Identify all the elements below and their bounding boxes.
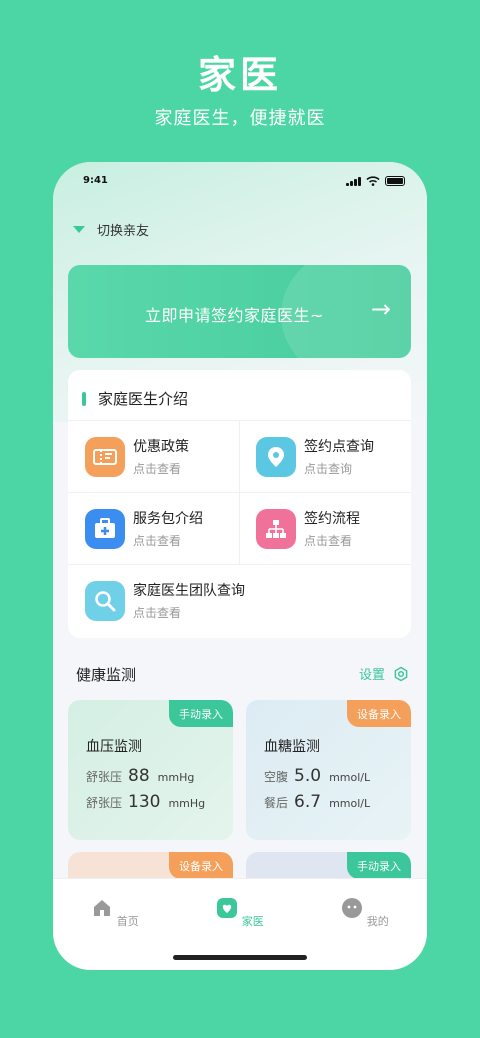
metric-value: 88 xyxy=(128,766,150,786)
intro-item-discount[interactable]: 优惠政策 点击查看 xyxy=(85,436,189,477)
metric-label: 舒张压 xyxy=(86,770,123,784)
metric-unit: mmol/L xyxy=(329,771,371,784)
intro-item-sign-process[interactable]: 签约流程 点击查看 xyxy=(256,508,360,549)
metric-label: 餐后 xyxy=(264,796,289,810)
tab-bar: 首页 家医 我的 xyxy=(53,878,427,970)
switch-friend-label: 切换亲友 xyxy=(97,224,150,239)
intro-item-sub: 点击查看 xyxy=(133,462,182,476)
tab-family-doctor[interactable]: 家医 xyxy=(210,897,270,929)
metric-unit: mmHg xyxy=(168,797,206,810)
tab-mine[interactable]: 我的 xyxy=(335,897,395,929)
status-bar: 9:41 xyxy=(53,172,427,192)
entry-badge: 设备录入 xyxy=(169,852,233,879)
tab-label: 家医 xyxy=(241,915,264,928)
metric-label: 舒张压 xyxy=(86,796,123,810)
search-icon xyxy=(85,580,125,621)
intro-item-team-search[interactable]: 家庭医生团队查询 点击查看 xyxy=(85,580,245,621)
metric-value: 5.0 xyxy=(294,766,322,786)
intro-item-sub: 点击查看 xyxy=(133,606,182,620)
entry-badge: 手动录入 xyxy=(347,852,411,879)
tab-label: 首页 xyxy=(116,915,139,928)
intro-item-title: 签约点查询 xyxy=(304,439,374,455)
chevron-down-icon xyxy=(73,226,85,233)
metric-value: 130 xyxy=(128,792,161,812)
metric-label: 空腹 xyxy=(264,770,289,784)
promo-subtitle: 家庭医生，便捷就医 xyxy=(154,108,326,129)
intro-item-sign-location[interactable]: 签约点查询 点击查询 xyxy=(256,436,374,477)
location-pin-icon xyxy=(256,436,296,477)
entry-badge: 设备录入 xyxy=(347,700,411,727)
intro-item-sub: 点击查看 xyxy=(133,534,182,548)
metric-unit: mmHg xyxy=(157,771,195,784)
switch-friend-button[interactable]: 切换亲友 xyxy=(73,220,149,239)
section-accent-bar xyxy=(82,391,86,406)
settings-label: 设置 xyxy=(358,668,385,683)
home-indicator xyxy=(173,955,307,960)
card-title: 血压监测 xyxy=(86,739,142,755)
blood-sugar-card[interactable]: 设备录入 血糖监测 空腹 5.0 mmol/L 餐后 6.7 mmol/L xyxy=(246,700,411,840)
profile-icon xyxy=(342,898,363,918)
intro-item-title: 优惠政策 xyxy=(133,439,189,455)
medical-kit-icon xyxy=(85,508,125,549)
metric-unit: mmol/L xyxy=(329,797,371,810)
coupon-icon xyxy=(85,436,125,477)
battery-icon xyxy=(385,176,405,186)
heart-icon xyxy=(217,898,238,918)
arrow-right-icon: → xyxy=(370,295,391,323)
metric-value: 6.7 xyxy=(294,792,322,812)
card-title: 血糖监测 xyxy=(264,739,320,755)
intro-item-title: 签约流程 xyxy=(304,511,360,527)
sign-doctor-banner[interactable]: 立即申请签约家庭医生~ → xyxy=(68,265,411,358)
signal-icon xyxy=(346,176,361,186)
flowchart-icon xyxy=(256,508,296,549)
gear-icon xyxy=(394,666,408,681)
blood-pressure-card[interactable]: 手动录入 血压监测 舒张压 88 mmHg 舒张压 130 mmHg xyxy=(68,700,233,840)
tab-label: 我的 xyxy=(366,915,389,928)
wifi-icon xyxy=(366,176,380,186)
promo-title: 家医 xyxy=(197,53,282,97)
tab-home[interactable]: 首页 xyxy=(85,897,145,929)
health-settings-button[interactable]: 设置 xyxy=(359,664,409,683)
intro-item-title: 服务包介绍 xyxy=(133,511,203,527)
intro-item-title: 家庭医生团队查询 xyxy=(133,583,245,599)
phone-frame: 9:41 切换亲友 立即申请签约家庭医生~ → 家庭医生介绍 优惠政策 点击查看… xyxy=(53,162,427,970)
intro-section: 家庭医生介绍 优惠政策 点击查看 签约点查询 点击查询 服务包介绍 点击查看 签… xyxy=(68,370,411,638)
intro-item-sub: 点击查看 xyxy=(304,534,353,548)
entry-badge: 手动录入 xyxy=(169,700,233,727)
banner-text: 立即申请签约家庭医生~ xyxy=(145,306,324,325)
intro-item-sub: 点击查询 xyxy=(304,462,353,476)
intro-title: 家庭医生介绍 xyxy=(98,390,189,408)
status-time: 9:41 xyxy=(83,175,108,186)
intro-item-service-package[interactable]: 服务包介绍 点击查看 xyxy=(85,508,203,549)
home-icon xyxy=(94,900,111,916)
health-title: 健康监测 xyxy=(76,666,137,684)
